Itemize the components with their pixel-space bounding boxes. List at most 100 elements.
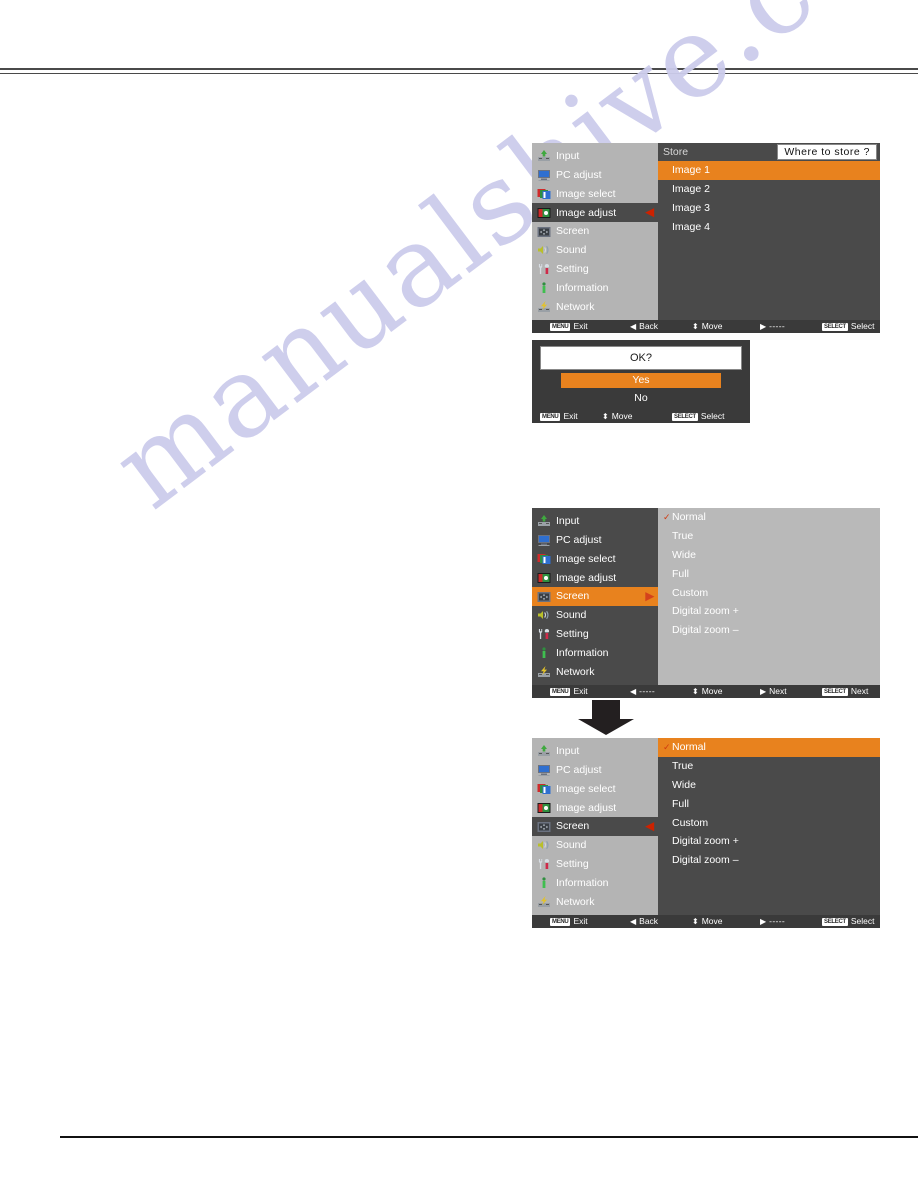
osd-panel-screen-selecting: Input PC adjust Image select Image adjust Sc…	[532, 738, 880, 929]
screen-option-true[interactable]: True	[658, 527, 880, 546]
screen-option-digital-zoom[interactable]: Digital zoom +	[658, 832, 880, 851]
guide-select-label: Select	[850, 321, 875, 332]
screen-option-full[interactable]: Full	[658, 564, 880, 583]
screen-option-list-active[interactable]: ✓ Normal True Wide Full Custom Digital zoom + D…	[658, 738, 880, 870]
menu-item-information[interactable]: Information	[532, 644, 658, 663]
screen-option-label: Full	[672, 797, 689, 810]
header-rule-bottom	[0, 73, 918, 74]
image-select-icon	[537, 783, 551, 795]
screen-option-full[interactable]: Full	[658, 794, 880, 813]
guide-select: SELECT Select	[822, 917, 875, 926]
screen-option-list[interactable]: ✓ Normal True Wide Full Custom Digital zoom + D…	[658, 508, 880, 640]
menu-item-input[interactable]: Input	[532, 742, 658, 761]
check-icon: ✓	[663, 741, 671, 752]
menu-item-pc-adjust[interactable]: PC adjust	[532, 761, 658, 780]
menu-item-setting[interactable]: Setting	[532, 625, 658, 644]
store-item-3[interactable]: Image 3	[658, 199, 880, 218]
menu-item-label: Sound	[556, 839, 587, 852]
ok-dialog-no-button[interactable]: No	[561, 391, 721, 406]
screen-option-digital-zoom[interactable]: Digital zoom –	[658, 851, 880, 870]
menu-item-screen[interactable]: Screen ▶	[532, 587, 658, 606]
store-image-list[interactable]: Image 1 Image 2 Image 3 Image 4	[658, 161, 880, 305]
menu-item-network[interactable]: Network	[532, 662, 658, 681]
footer-rule	[60, 1136, 918, 1138]
pc-adjust-icon	[537, 764, 551, 777]
menu-item-image-adjust[interactable]: Image adjust ◀	[532, 203, 658, 223]
screen-option-custom[interactable]: Custom	[658, 813, 880, 832]
menu-item-label: Information	[556, 876, 609, 889]
store-item-4[interactable]: Image 4	[658, 217, 880, 236]
menu-item-information[interactable]: Information	[532, 279, 658, 298]
screen-option-wide[interactable]: Wide	[658, 546, 880, 565]
panel-store-sidebar[interactable]: Input PC adjust Image select Image adjust ◀ S…	[532, 143, 658, 321]
screen-option-digital-zoom[interactable]: Digital zoom +	[658, 602, 880, 621]
screen-option-digital-zoom[interactable]: Digital zoom –	[658, 621, 880, 640]
store-item-1[interactable]: Image 1	[658, 161, 880, 180]
menu-item-sound[interactable]: Sound	[532, 241, 658, 260]
information-icon	[537, 647, 551, 659]
menu-item-pc-adjust[interactable]: PC adjust	[532, 166, 658, 185]
menu-item-sound[interactable]: Sound	[532, 606, 658, 625]
guide-exit-label: Exit	[563, 411, 578, 422]
menu-item-screen[interactable]: Screen	[532, 222, 658, 241]
menu-item-setting[interactable]: Setting	[532, 855, 658, 874]
guide-move: ⬍ Move	[692, 917, 723, 926]
sound-icon	[537, 839, 551, 851]
menu-item-image-select[interactable]: Image select	[532, 185, 658, 204]
screen-option-normal[interactable]: ✓ Normal	[658, 508, 880, 527]
menu-item-label: Input	[556, 745, 580, 758]
panel-screen-bottom-content: ✓ Normal True Wide Full Custom Digital zoom + D…	[658, 738, 880, 916]
input-icon	[537, 515, 551, 527]
screen-option-label: Digital zoom –	[672, 854, 739, 867]
guide-move-label: Move	[701, 916, 723, 927]
menu-item-label: Information	[556, 646, 609, 659]
ok-dialog-yes-button[interactable]: Yes	[561, 373, 721, 388]
guide-next-arrow-icon: ▶	[760, 917, 767, 927]
guide-move: ⬍ Move	[692, 687, 723, 696]
menu-item-label: Image adjust	[556, 206, 617, 219]
guide-next-arrow-icon: ▶	[760, 322, 767, 332]
osd-dialog-ok: OK? Yes No MENU Exit ⬍ Move SELECT Select	[532, 340, 750, 423]
guide-next: ▶ - - - - -	[760, 917, 785, 927]
store-header: Store Where to store ?	[658, 143, 880, 161]
menu-item-image-select[interactable]: Image select	[532, 550, 658, 569]
menu-item-network[interactable]: Network	[532, 892, 658, 911]
menu-item-input[interactable]: Input	[532, 512, 658, 531]
guide-back-label: - - - - -	[639, 686, 655, 697]
menu-item-sound[interactable]: Sound	[532, 836, 658, 855]
menu-item-network[interactable]: Network	[532, 297, 658, 316]
menu-item-image-select[interactable]: Image select	[532, 780, 658, 799]
screen-option-custom[interactable]: Custom	[658, 583, 880, 602]
menu-item-image-adjust[interactable]: Image adjust	[532, 568, 658, 587]
guide-exit-keycap: MENU	[540, 412, 561, 421]
menu-item-screen[interactable]: Screen ◀	[532, 817, 658, 836]
menu-item-pc-adjust[interactable]: PC adjust	[532, 531, 658, 550]
guide-exit: MENU Exit	[550, 917, 588, 926]
guide-back: ◀ Back	[630, 917, 658, 926]
menu-item-input[interactable]: Input	[532, 147, 658, 166]
store-item-2[interactable]: Image 2	[658, 180, 880, 199]
menu-item-label: Input	[556, 150, 580, 163]
menu-item-information[interactable]: Information	[532, 874, 658, 893]
store-item-label: Image 2	[672, 183, 710, 196]
guide-exit-keycap: MENU	[550, 322, 571, 331]
panel-screen-top-sidebar[interactable]: Input PC adjust Image select Image adjust Sc…	[532, 508, 658, 686]
menu-item-label: Image select	[556, 187, 616, 200]
screen-option-true[interactable]: True	[658, 757, 880, 776]
header-rule-top	[0, 68, 918, 70]
screen-option-normal[interactable]: ✓ Normal	[658, 738, 880, 757]
menu-item-label: Network	[556, 300, 595, 313]
guide-exit: MENU Exit	[540, 412, 578, 421]
menu-item-image-adjust[interactable]: Image adjust	[532, 798, 658, 817]
guide-next: ▶ - - - - -	[760, 322, 785, 332]
store-header-prompt: Where to store ?	[777, 144, 877, 160]
guide-back-arrow-icon: ◀	[630, 917, 637, 927]
panel-screen-bottom-sidebar[interactable]: Input PC adjust Image select Image adjust Sc…	[532, 738, 658, 916]
menu-item-label: Sound	[556, 609, 587, 622]
menu-item-setting[interactable]: Setting	[532, 260, 658, 279]
guide-select-label: Select	[700, 411, 725, 422]
guide-back-arrow-icon: ◀	[630, 322, 637, 332]
guide-exit-label: Exit	[573, 321, 588, 332]
menu-item-label: Screen	[556, 225, 590, 238]
screen-option-wide[interactable]: Wide	[658, 776, 880, 795]
